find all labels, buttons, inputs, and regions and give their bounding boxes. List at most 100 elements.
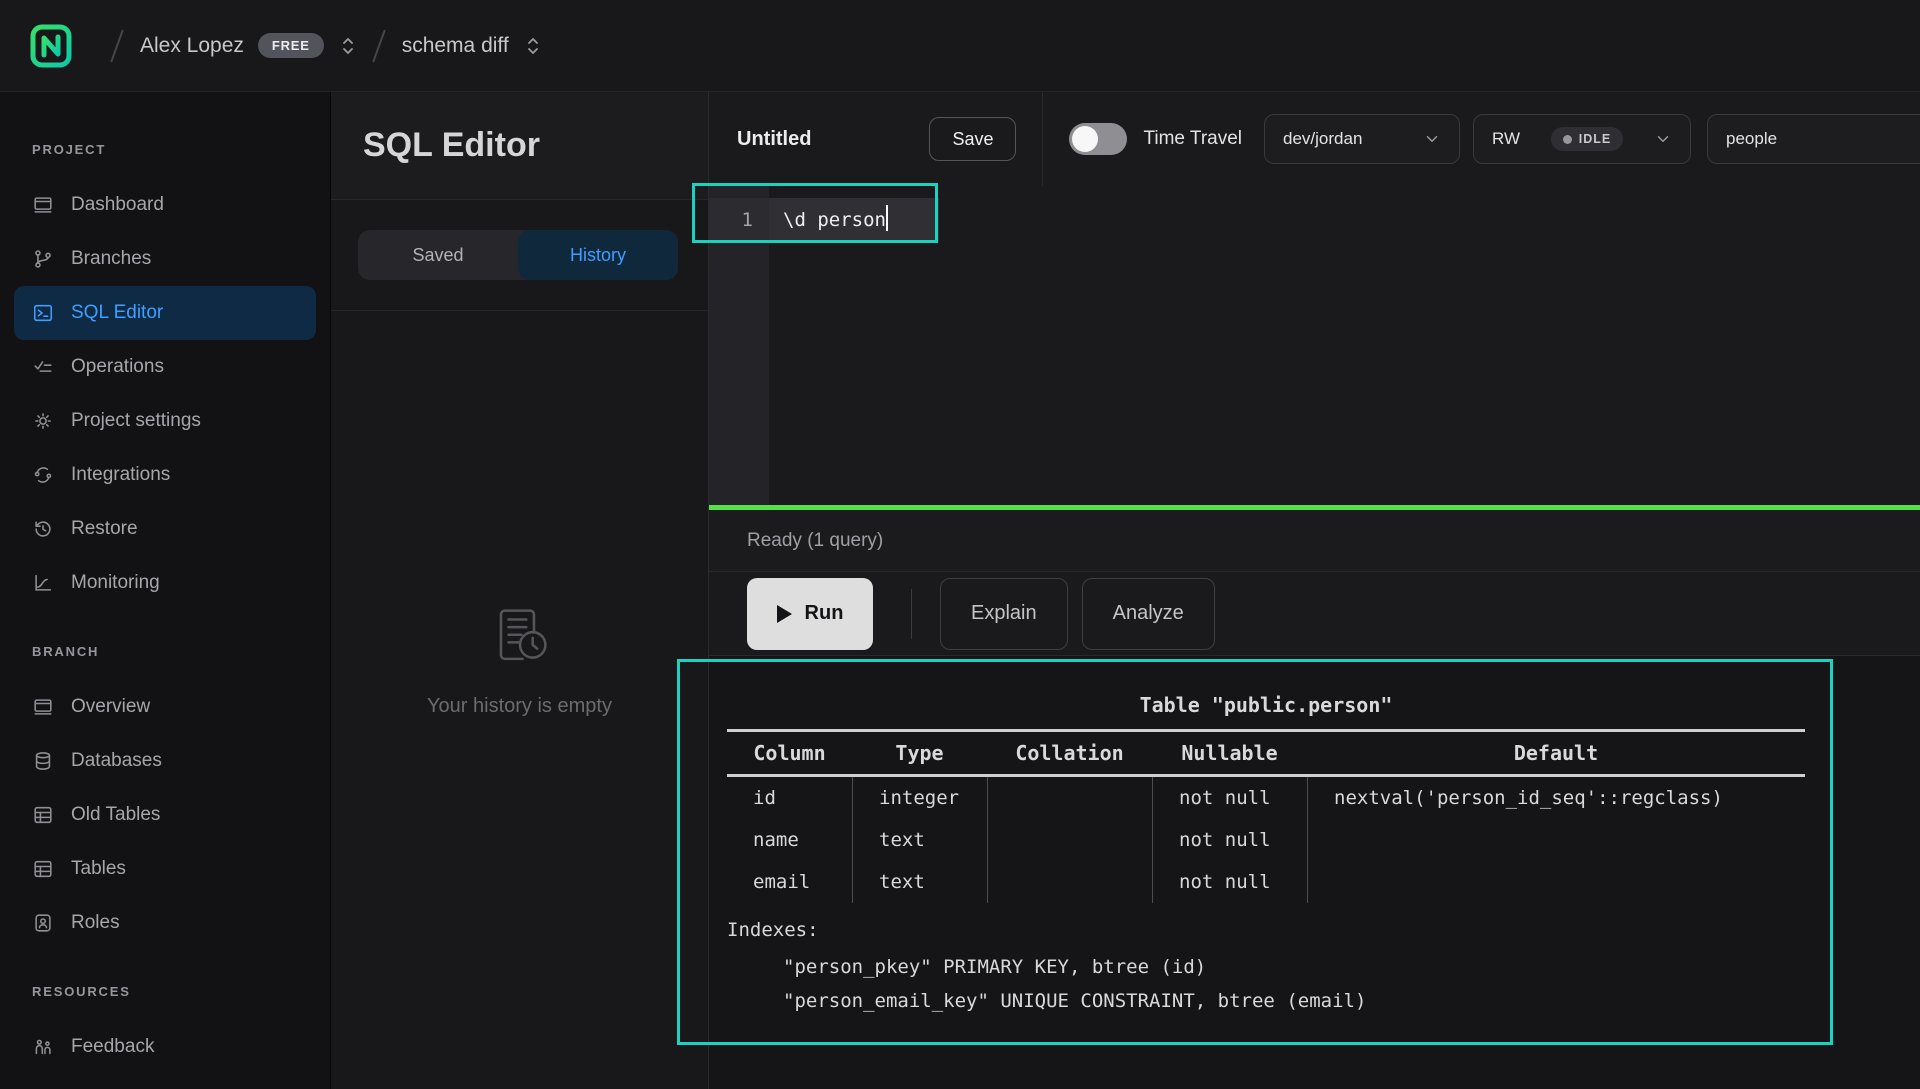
sidebar-item-label: Monitoring bbox=[71, 572, 160, 594]
run-button[interactable]: Run bbox=[747, 578, 873, 650]
integrations-icon bbox=[32, 464, 54, 486]
cell-type: text bbox=[852, 819, 987, 861]
branch-select[interactable]: dev/jordan bbox=[1264, 114, 1460, 164]
text-caret bbox=[886, 205, 888, 231]
sidebar-item-label: Project settings bbox=[71, 410, 201, 432]
history-panel-header: SQL Editor bbox=[331, 92, 708, 200]
overview-icon bbox=[32, 696, 54, 718]
sidebar-item-label: Old Tables bbox=[71, 804, 160, 826]
status-text: Ready (1 query) bbox=[747, 530, 883, 552]
sidebar: PROJECT Dashboard Branches SQL Edit bbox=[0, 92, 330, 1089]
breadcrumb-org[interactable]: Alex Lopez bbox=[140, 34, 244, 58]
user-badge-icon bbox=[32, 912, 54, 934]
empty-history-document-clock-icon bbox=[487, 603, 553, 669]
cell-column: name bbox=[727, 819, 852, 861]
database-icon bbox=[32, 750, 54, 772]
neon-logo-icon[interactable] bbox=[30, 23, 72, 69]
column-header: Nullable bbox=[1152, 741, 1307, 765]
table-row: id integer not null nextval('person_id_s… bbox=[727, 777, 1805, 819]
plan-badge: FREE bbox=[258, 33, 324, 58]
time-travel-toggle[interactable] bbox=[1069, 123, 1127, 155]
chevron-down-icon bbox=[1654, 130, 1672, 148]
psql-output: Table "public.person" Column Type Collat… bbox=[727, 690, 1805, 1018]
sidebar-item-operations[interactable]: Operations bbox=[14, 340, 316, 394]
sidebar-item-old-tables[interactable]: Old Tables bbox=[14, 788, 316, 842]
database-select-value: people bbox=[1726, 129, 1777, 149]
project-selector-icon[interactable] bbox=[525, 35, 541, 57]
empty-history-text: Your history is empty bbox=[427, 695, 612, 718]
sidebar-item-tables[interactable]: Tables bbox=[14, 842, 316, 896]
column-header: Default bbox=[1307, 741, 1805, 765]
sql-editor-panel: Untitled Save Time Travel dev/jordan RW … bbox=[708, 92, 1920, 1089]
top-bar: Alex Lopez FREE schema diff bbox=[0, 0, 1920, 92]
sidebar-item-sql-editor[interactable]: SQL Editor bbox=[14, 286, 316, 340]
table-icon bbox=[32, 858, 54, 880]
query-results: Table "public.person" Column Type Collat… bbox=[709, 656, 1920, 1089]
page-title: SQL Editor bbox=[363, 126, 540, 165]
sidebar-item-branches[interactable]: Branches bbox=[14, 232, 316, 286]
indexes-label: Indexes: bbox=[727, 910, 1805, 950]
result-table-title: Table "public.person" bbox=[727, 690, 1805, 720]
query-tab-title[interactable]: Untitled bbox=[737, 128, 811, 151]
line-number: 1 bbox=[709, 198, 769, 242]
sidebar-item-restore[interactable]: Restore bbox=[14, 502, 316, 556]
gear-icon bbox=[32, 410, 54, 432]
sidebar-item-label: Tables bbox=[71, 858, 126, 880]
sidebar-item-databases[interactable]: Databases bbox=[14, 734, 316, 788]
index-line: "person_pkey" PRIMARY KEY, btree (id) bbox=[727, 950, 1805, 984]
sql-editor-icon bbox=[32, 302, 54, 324]
table-icon bbox=[32, 804, 54, 826]
explain-button[interactable]: Explain bbox=[940, 578, 1068, 650]
breadcrumb-separator bbox=[372, 29, 386, 62]
breadcrumb-project[interactable]: schema diff bbox=[402, 34, 509, 58]
table-row: name text not null bbox=[727, 819, 1805, 861]
sidebar-item-label: Feedback bbox=[71, 1036, 154, 1058]
chart-line-icon bbox=[32, 572, 54, 594]
actions-divider bbox=[911, 589, 912, 639]
cell-type: text bbox=[852, 861, 987, 903]
sidebar-item-dashboard[interactable]: Dashboard bbox=[14, 178, 316, 232]
dashboard-icon bbox=[32, 194, 54, 216]
code-text[interactable]: \d person bbox=[769, 198, 939, 242]
sidebar-item-label: Integrations bbox=[71, 464, 170, 486]
sidebar-item-roles[interactable]: Roles bbox=[14, 896, 316, 950]
compute-status-badge: IDLE bbox=[1551, 127, 1623, 151]
sidebar-item-label: Operations bbox=[71, 356, 164, 378]
sidebar-item-integrations[interactable]: Integrations bbox=[14, 448, 316, 502]
cell-nullable: not null bbox=[1152, 777, 1307, 819]
cell-default bbox=[1307, 861, 1805, 903]
analyze-button[interactable]: Analyze bbox=[1082, 578, 1215, 650]
column-header: Type bbox=[852, 741, 987, 765]
cell-type: integer bbox=[852, 777, 987, 819]
code-line-1[interactable]: 1 \d person bbox=[709, 198, 939, 242]
editor-status-bar: Ready (1 query) bbox=[709, 510, 1920, 572]
history-panel: SQL Editor Saved History Your history is… bbox=[330, 92, 708, 1089]
git-branch-icon bbox=[32, 248, 54, 270]
save-button[interactable]: Save bbox=[929, 117, 1016, 161]
sidebar-item-label: Restore bbox=[71, 518, 138, 540]
column-header: Column bbox=[727, 741, 852, 765]
database-select[interactable]: people bbox=[1707, 114, 1920, 164]
sidebar-item-label: SQL Editor bbox=[71, 302, 163, 324]
code-editor[interactable]: 1 \d person bbox=[709, 186, 1920, 505]
sidebar-item-project-settings[interactable]: Project settings bbox=[14, 394, 316, 448]
cell-default: nextval('person_id_seq'::regclass) bbox=[1307, 777, 1805, 819]
compute-select[interactable]: RW IDLE bbox=[1473, 114, 1691, 164]
sidebar-section-branch: BRANCH bbox=[0, 644, 330, 664]
history-clock-icon bbox=[32, 518, 54, 540]
sidebar-item-overview[interactable]: Overview bbox=[14, 680, 316, 734]
compute-mode: RW bbox=[1492, 129, 1520, 149]
compute-status-text: IDLE bbox=[1579, 132, 1611, 146]
sidebar-item-feedback[interactable]: Feedback bbox=[14, 1020, 316, 1074]
operations-icon bbox=[32, 356, 54, 378]
table-row: email text not null bbox=[727, 861, 1805, 903]
sidebar-item-label: Databases bbox=[71, 750, 162, 772]
cell-column: email bbox=[727, 861, 852, 903]
sidebar-item-label: Dashboard bbox=[71, 194, 164, 216]
cell-default bbox=[1307, 819, 1805, 861]
sidebar-item-label: Branches bbox=[71, 248, 151, 270]
sidebar-item-monitoring[interactable]: Monitoring bbox=[14, 556, 316, 610]
editor-actions-bar: Run Explain Analyze bbox=[709, 572, 1920, 656]
history-empty-state: Your history is empty bbox=[331, 231, 708, 1089]
org-selector-icon[interactable] bbox=[340, 35, 356, 57]
